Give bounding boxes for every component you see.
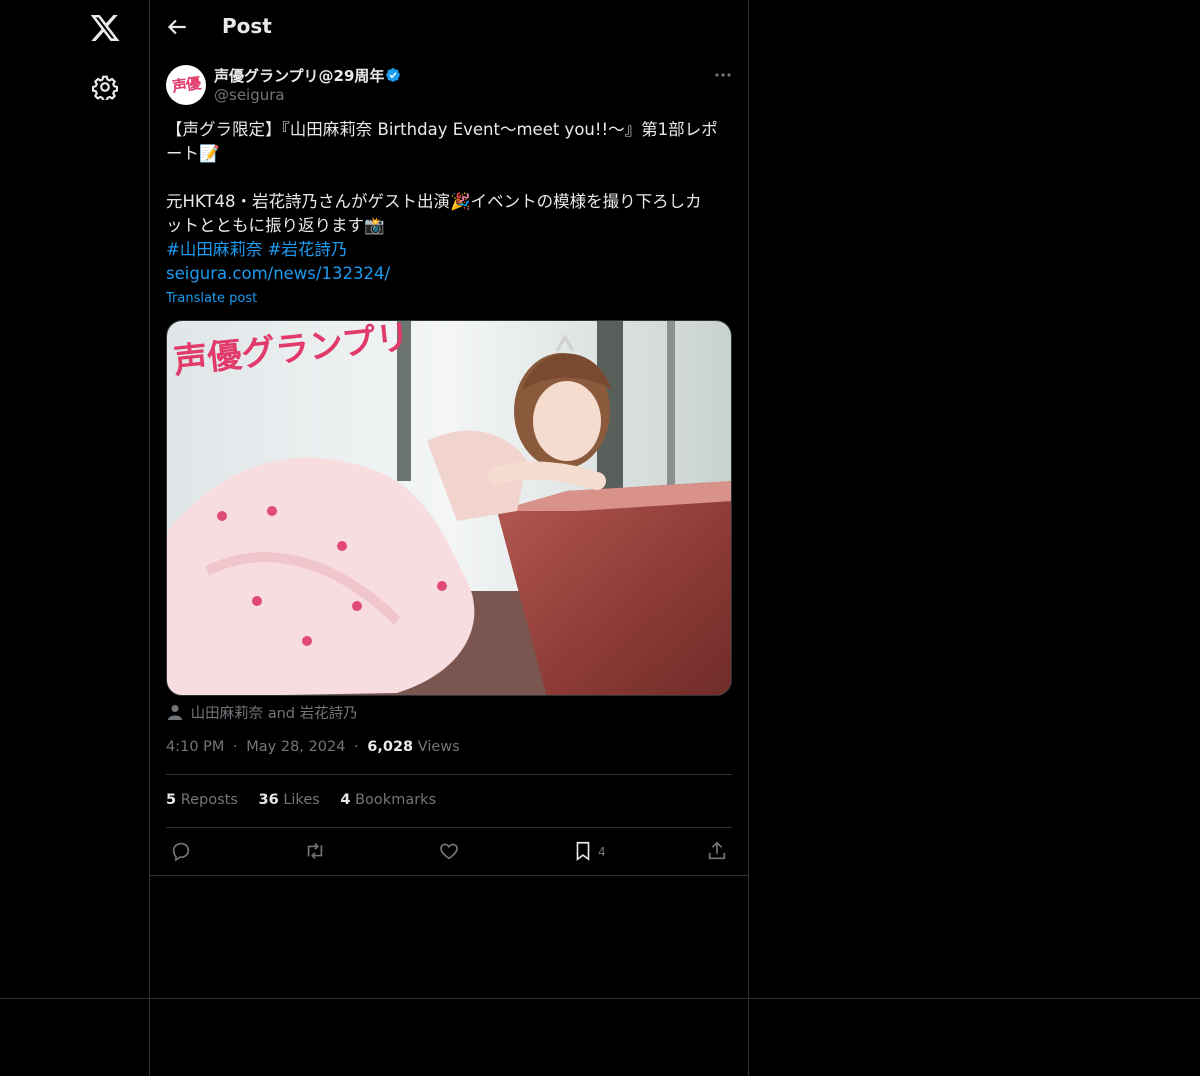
right-column-divider [748, 0, 749, 1076]
separator: · [233, 739, 238, 755]
tweet-line: ート📝 [166, 144, 220, 163]
x-logo-icon[interactable] [88, 12, 122, 44]
gear-icon[interactable] [92, 74, 118, 100]
share-icon[interactable] [706, 840, 728, 862]
tweet-text: 【声グラ限定】『山田麻莉奈 Birthday Event〜meet you!!〜… [166, 118, 732, 286]
post-bottom-divider [150, 875, 748, 876]
verified-icon [386, 68, 400, 82]
author-name[interactable]: 声優グランプリ@29周年 [214, 65, 384, 86]
page-title: Post [222, 14, 272, 38]
back-arrow-icon[interactable] [164, 14, 190, 40]
likes-label: Likes [283, 792, 320, 808]
post-photo: 声優グランプリ [167, 321, 731, 695]
tagged-users[interactable]: 山田麻莉奈 and 岩花詩乃 [168, 702, 358, 723]
reply-icon[interactable] [170, 840, 192, 862]
bookmarks-label: Bookmarks [355, 792, 437, 808]
tweet-line: 【声グラ限定】『山田麻莉奈 Birthday Event〜meet you!!〜… [166, 120, 718, 139]
actions-top-divider [166, 827, 732, 828]
bookmark-action-count: 4 [598, 845, 606, 859]
avatar[interactable]: 声優 [166, 65, 206, 105]
likes-count: 36 [258, 792, 279, 808]
tagged-users-label: 山田麻莉奈 and 岩花詩乃 [190, 706, 358, 722]
avatar-logo-text: 声優 [170, 74, 202, 96]
repost-icon[interactable] [304, 840, 326, 862]
post-stats: 5 Reposts 36 Likes 4 Bookmarks [166, 792, 452, 808]
page-bottom-divider [0, 998, 1200, 999]
bookmarks-count: 4 [340, 792, 351, 808]
author-handle[interactable]: @seigura [214, 86, 285, 104]
hashtag-link[interactable]: #山田麻莉奈 [166, 240, 262, 259]
reposts-count: 5 [166, 792, 177, 808]
more-icon[interactable] [714, 70, 732, 80]
views-count: 6,028 [367, 739, 414, 755]
post-meta: 4:10 PM · May 28, 2024 · 6,028 Views [166, 739, 460, 755]
post-image[interactable]: 声優グランプリ [166, 320, 732, 696]
likes-stat[interactable]: 36 Likes [259, 792, 320, 808]
translate-post-link[interactable]: Translate post [166, 291, 257, 306]
hashtag-link[interactable]: #岩花詩乃 [268, 240, 348, 259]
separator: · [354, 739, 359, 755]
tweet-line: 元HKT48・岩花詩乃さんがゲスト出演🎉イベントの模様を撮り下ろしカ [166, 192, 702, 211]
like-icon[interactable] [438, 840, 460, 862]
stats-top-divider [166, 774, 732, 775]
bookmark-icon[interactable] [572, 840, 594, 862]
views-label: Views [417, 739, 460, 755]
tweet-line: ットとともに振り返ります📸 [166, 216, 385, 235]
post-time[interactable]: 4:10 PM [166, 739, 224, 755]
bookmarks-stat[interactable]: 4 Bookmarks [340, 792, 436, 808]
post-date[interactable]: May 28, 2024 [246, 739, 345, 755]
reposts-stat[interactable]: 5 Reposts [166, 792, 238, 808]
article-link[interactable]: seigura.com/news/132324/ [166, 264, 390, 283]
reposts-label: Reposts [180, 792, 238, 808]
left-column-divider [149, 0, 150, 1076]
person-icon [168, 705, 182, 720]
